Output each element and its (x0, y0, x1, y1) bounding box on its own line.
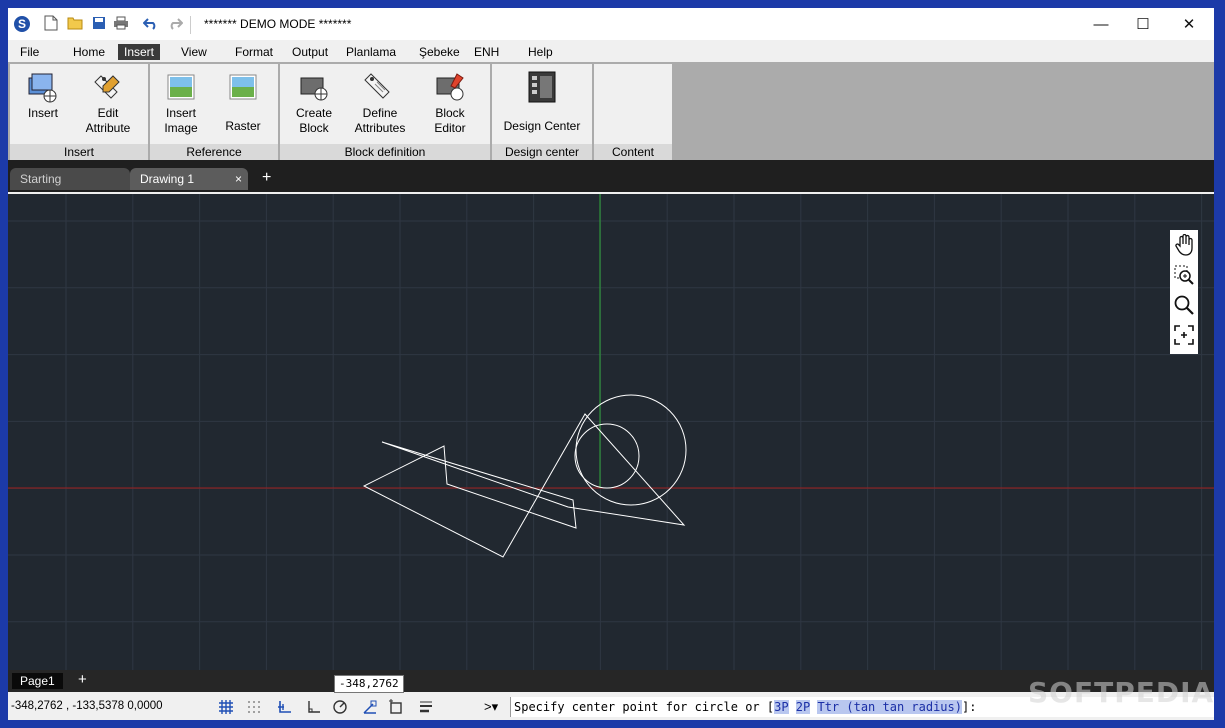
define-attributes-icon (363, 70, 397, 104)
zoom-realtime-icon[interactable] (1170, 290, 1198, 320)
close-tab-icon[interactable]: × (235, 168, 242, 190)
ucs-toggle-icon[interactable] (276, 699, 292, 715)
undo-icon[interactable] (142, 14, 160, 32)
title-bar: S ******* DEMO MODE ******* — ☐ ✕ (8, 8, 1214, 40)
tab-label: Drawing 1 (140, 172, 195, 186)
add-layout-button[interactable]: + (78, 672, 87, 688)
circle-small[interactable] (574, 423, 640, 489)
document-tab-bar: Starting Drawing 1 × + (8, 160, 1214, 192)
drawing-canvas[interactable] (8, 194, 1214, 670)
save-icon[interactable] (90, 14, 108, 32)
model-space (8, 194, 1214, 670)
design-center-button[interactable]: Design Center (496, 64, 588, 134)
insert-block-button[interactable]: Insert (16, 64, 70, 121)
menu-sebeke[interactable]: Şebeke (413, 44, 466, 60)
command-option-3p[interactable]: 3P (774, 700, 789, 714)
lineweight-toggle-icon[interactable] (418, 699, 434, 715)
zoom-window-icon[interactable] (1170, 260, 1198, 290)
polyline-shape[interactable] (362, 413, 686, 558)
ribbon-panel-design-center: Design Center Design center (492, 64, 592, 160)
app-window: S ******* DEMO MODE ******* — ☐ ✕ File H… (8, 8, 1214, 720)
block-editor-button[interactable]: Block Editor (422, 64, 478, 136)
insert-block-label: Insert (27, 106, 58, 120)
new-file-icon[interactable] (42, 14, 60, 32)
ribbon-panel-content: Content (594, 64, 672, 160)
menu-enh[interactable]: ENH (468, 44, 505, 60)
quick-access-separator (190, 16, 191, 34)
menu-file[interactable]: File (14, 44, 45, 60)
print-icon[interactable] (112, 14, 130, 32)
add-tab-button[interactable]: + (262, 170, 271, 186)
define-attributes-button[interactable]: Define Attributes (346, 64, 414, 136)
grid-toggle-icon[interactable] (218, 699, 234, 715)
polar-toggle-icon[interactable] (332, 699, 348, 715)
ortho-toggle-icon[interactable] (306, 699, 322, 715)
ribbon: Insert Edit Attribute Insert Insert Imag… (8, 62, 1214, 160)
ribbon-panel-reference: Insert Image Raster Reference (150, 64, 278, 160)
insert-image-label: Insert Image (164, 106, 198, 135)
insert-image-icon (164, 70, 198, 104)
menu-view[interactable]: View (175, 44, 213, 60)
design-center-icon (525, 70, 559, 104)
ribbon-panel-label: Content (594, 144, 672, 160)
raster-button[interactable]: Raster (216, 64, 270, 134)
define-attributes-label: Define Attributes (354, 106, 406, 135)
redo-icon[interactable] (166, 14, 184, 32)
tab-drawing-1[interactable]: Drawing 1 × (130, 168, 248, 190)
menu-home[interactable]: Home (67, 44, 111, 60)
insert-image-button[interactable]: Insert Image (154, 64, 208, 136)
design-center-label: Design Center (503, 119, 581, 133)
ribbon-panel-label: Design center (492, 144, 592, 160)
pan-hand-icon[interactable] (1170, 230, 1198, 260)
command-option-ttr[interactable]: Ttr (tan tan radius) (817, 700, 962, 714)
coordinate-tooltip: -348,2762 (334, 675, 404, 693)
app-logo-icon[interactable]: S (14, 16, 30, 32)
ribbon-panel-block-definition: Create Block Define Attributes Block Edi… (280, 64, 490, 160)
block-editor-icon (433, 70, 467, 104)
command-option-2p[interactable]: 2P (795, 700, 811, 714)
menu-bar: File Home Insert View Format Output Plan… (8, 42, 1214, 62)
menu-output[interactable]: Output (286, 44, 334, 60)
menu-planlama[interactable]: Planlama (340, 44, 402, 60)
ribbon-panel-insert: Insert Edit Attribute Insert (10, 64, 148, 160)
command-suffix: ]: (961, 700, 977, 714)
softpedia-watermark: SOFTPEDIA (1028, 676, 1214, 709)
create-block-icon (297, 70, 331, 104)
window-title: ******* DEMO MODE ******* (204, 17, 352, 31)
grid (8, 194, 1214, 670)
otrack-toggle-icon[interactable] (388, 699, 404, 715)
menu-insert[interactable]: Insert (118, 44, 161, 60)
edit-attribute-icon (91, 70, 125, 104)
create-block-button[interactable]: Create Block (286, 64, 342, 136)
cursor-coordinates: -348,2762 , -133,5378 0,0000 (11, 700, 163, 712)
menu-format[interactable]: Format (229, 44, 279, 60)
zoom-extents-icon[interactable] (1170, 320, 1198, 350)
ribbon-panel-label: Reference (150, 144, 278, 160)
edit-attribute-button[interactable]: Edit Attribute (76, 64, 140, 136)
minimize-button[interactable]: — (1078, 8, 1124, 40)
tab-starting[interactable]: Starting (10, 168, 130, 190)
block-editor-label: Block Editor (434, 106, 466, 135)
ribbon-panel-label: Insert (10, 144, 148, 160)
osnap-toggle-icon[interactable] (362, 699, 378, 715)
command-prompt-icon[interactable]: >▾ (484, 699, 498, 715)
snap-toggle-icon[interactable] (246, 699, 262, 715)
command-text: Specify center point for circle or [ (514, 700, 775, 714)
open-folder-icon[interactable] (66, 14, 84, 32)
raster-icon (226, 70, 260, 104)
navigation-bar (1170, 230, 1198, 354)
maximize-button[interactable]: ☐ (1120, 8, 1166, 40)
raster-label: Raster (225, 119, 261, 133)
edit-attribute-label: Edit Attribute (85, 106, 131, 135)
create-block-label: Create Block (295, 106, 333, 135)
insert-block-icon (26, 70, 60, 104)
close-button[interactable]: ✕ (1166, 8, 1212, 40)
tab-label: Starting (20, 172, 62, 186)
layout-tab-page1[interactable]: Page1 (12, 673, 63, 689)
ribbon-panel-label: Block definition (280, 144, 490, 160)
menu-help[interactable]: Help (522, 44, 559, 60)
